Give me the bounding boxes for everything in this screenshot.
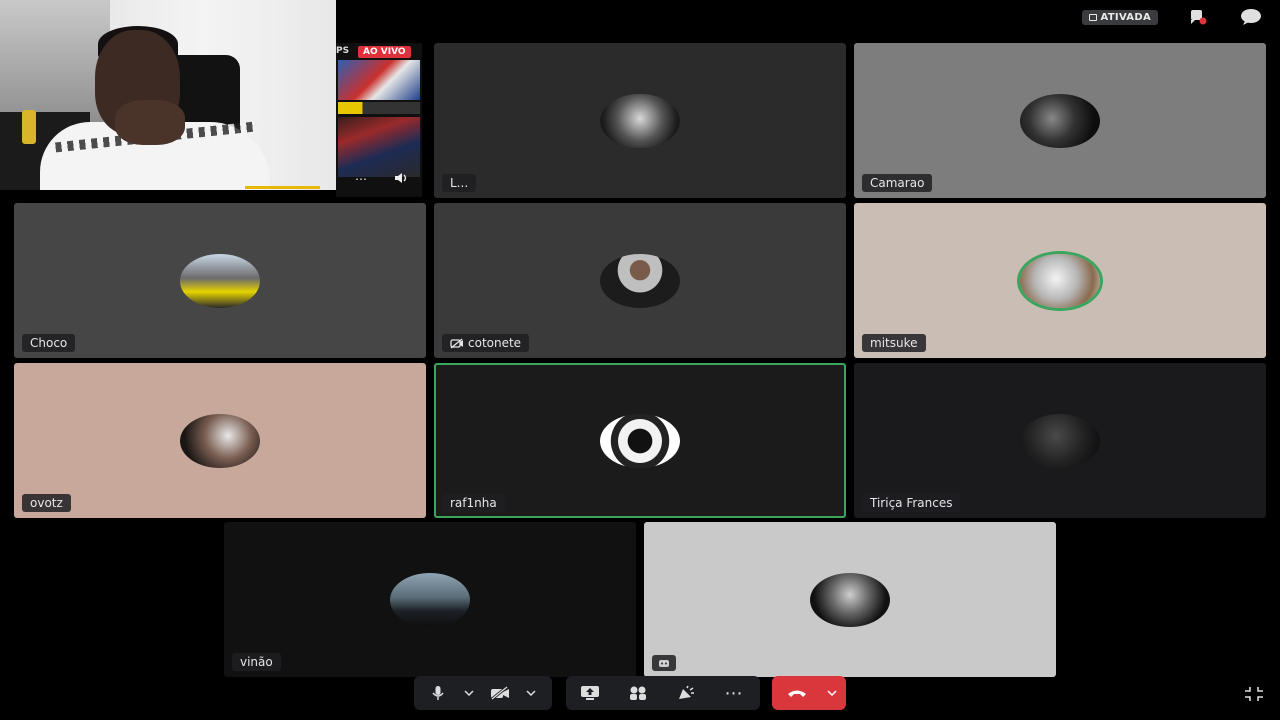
screen-share-button[interactable] [566,676,614,710]
activity-status-label: ATIVADA [1100,11,1151,23]
stream-thumbnail [338,60,420,100]
participant-name: raf1nha [450,496,497,510]
participant-avatar [600,253,680,308]
stream-crowd-image [338,117,420,177]
participant-tile[interactable]: Tiriça Frances [854,363,1266,518]
participant-name-tag: raf1nha [442,494,505,512]
stream-channel-tag: PS [336,46,350,56]
hang-up-button[interactable] [772,676,822,710]
hang-up-options-chevron[interactable] [822,676,842,710]
participant-tile[interactable]: raf1nha [434,363,846,518]
participant-tile[interactable]: vinão [224,522,636,677]
microphone-options-chevron[interactable] [462,676,476,710]
screen-icon [1088,13,1097,21]
activity-status-badge[interactable]: ATIVADA [1081,9,1158,25]
participant-avatar [1020,93,1100,148]
participant-tile[interactable]: ovotz [14,363,426,518]
microphone-button[interactable] [414,676,462,710]
participant-name: L... [450,176,469,190]
participant-tile[interactable]: cotonete [434,203,846,358]
top-right-toolbar: ATIVADA [1081,8,1262,26]
activities-button[interactable] [614,676,662,710]
media-controls-group [414,676,552,710]
participant-tile[interactable] [644,522,1056,677]
notification-icon[interactable] [1188,8,1210,26]
leave-call-group [772,676,846,710]
participant-avatar [180,253,260,308]
chevron-down-icon [827,690,837,696]
soundboard-icon [679,685,694,699]
participant-name: cotonete [468,336,522,350]
stream-preview[interactable]: PS AO VIVO [336,43,422,197]
participant-avatar [390,572,470,627]
participant-tile[interactable]: mitsuke [854,203,1266,358]
stream-more-button[interactable]: ⋯ [355,172,367,186]
participant-name-tag: ovotz [22,494,71,512]
chevron-down-icon [526,690,536,696]
participant-tile[interactable]: Camarao [854,43,1266,198]
exit-fullscreen-icon [1245,687,1263,701]
camera-off-icon [491,686,509,700]
chevron-down-icon [464,690,474,696]
participant-tile[interactable]: L... [434,43,846,198]
camera-button[interactable] [476,676,524,710]
participant-name: mitsuke [870,336,918,350]
live-badge: AO VIVO [358,46,411,58]
participant-name: ovotz [30,496,63,510]
participant-name-tag: L... [442,174,477,192]
phone-hangup-icon [788,690,806,697]
camera-off-icon [450,337,463,349]
bot-icon [659,660,669,667]
more-options-button[interactable]: ⋯ [710,676,758,710]
energy-drink-can [22,110,36,144]
participant-avatar [180,413,260,468]
activities-icon [630,686,646,700]
streamer-webcam-overlay [0,0,336,190]
participant-name-tag: Tiriça Frances [862,494,961,512]
participant-tile[interactable]: Choco [14,203,426,358]
screen-share-icon [581,686,599,700]
participant-name: Tiriça Frances [870,496,953,510]
participant-name-tag: Choco [22,334,76,352]
participant-name-tag: vinão [232,653,281,671]
participant-name-tag [652,655,676,671]
participant-name: vinão [240,655,273,669]
exit-fullscreen-button[interactable] [1244,686,1264,706]
soundboard-button[interactable] [662,676,710,710]
participant-name: Camarao [870,176,925,190]
participant-name-tag: mitsuke [862,334,926,352]
camera-options-chevron[interactable] [524,676,538,710]
participant-avatar [1020,253,1100,308]
participant-name-tag: Camarao [862,174,933,192]
participant-name: Choco [30,336,68,350]
participant-avatar [1020,413,1100,468]
call-controls-bar: ⋯ [0,676,1280,712]
microphone-icon [432,686,444,700]
participant-avatar [600,93,680,148]
participant-avatar [810,572,890,627]
participant-name-tag: cotonete [442,334,530,352]
volume-icon[interactable] [394,172,408,187]
activity-controls-group: ⋯ [566,676,760,710]
participant-avatar [600,413,680,468]
chat-icon[interactable] [1240,8,1262,26]
